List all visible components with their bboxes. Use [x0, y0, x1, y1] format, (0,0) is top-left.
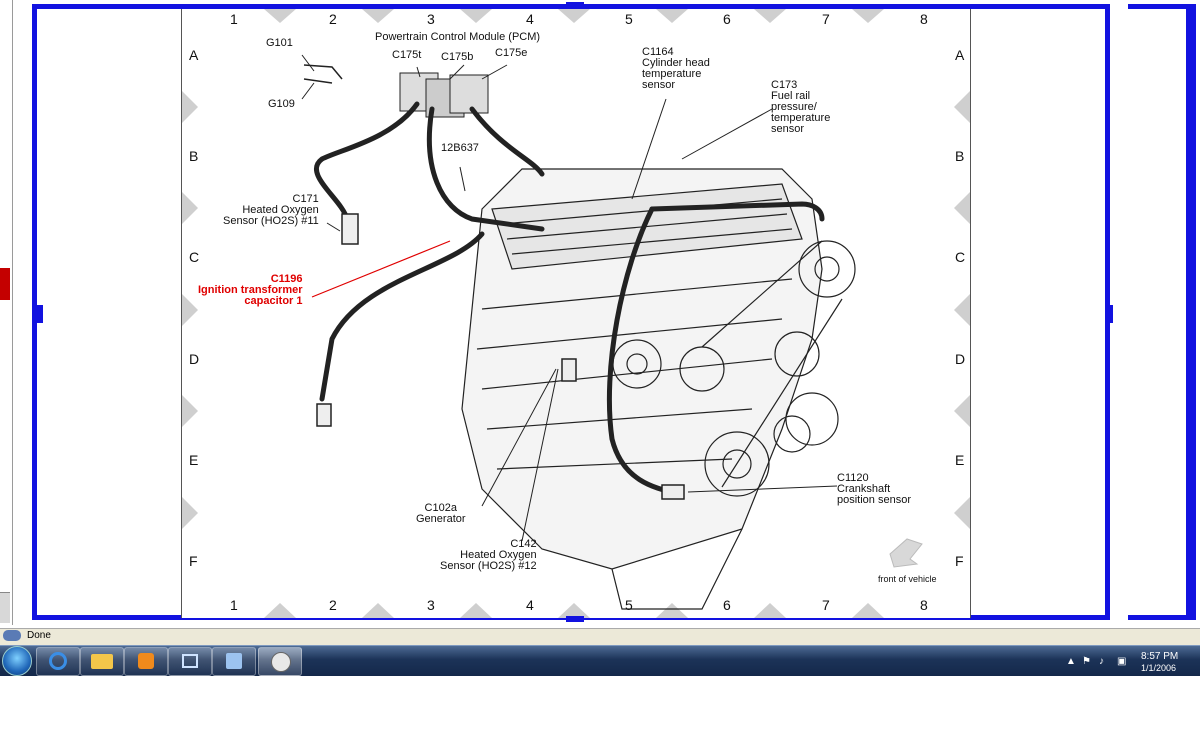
grid-column-label: 4: [526, 11, 534, 27]
grid-row-label: F: [189, 553, 198, 569]
c1120-label[interactable]: C1120 Crankshaft position sensor: [837, 473, 911, 506]
grid-column-label: 2: [329, 11, 337, 27]
engine-diagram-svg: [182, 9, 970, 618]
grid-column-label-bottom: 8: [920, 597, 928, 613]
g101-label[interactable]: G101: [266, 38, 293, 49]
grid-column-label-bottom: 1: [230, 597, 238, 613]
pcm-label[interactable]: Powertrain Control Module (PCM): [375, 32, 540, 43]
diagram-viewer-icon[interactable]: [258, 647, 302, 676]
left-panel-alert-marker[interactable]: [0, 268, 10, 300]
grid-row-label-right: F: [955, 553, 964, 569]
c175e-label[interactable]: C175e: [495, 48, 527, 59]
grid-column-label: 1: [230, 11, 238, 27]
status-bar: [0, 628, 1200, 645]
clock-time[interactable]: 8:57 PM: [1141, 651, 1178, 662]
grid-column-label: 8: [920, 11, 928, 27]
g109-label[interactable]: G109: [268, 99, 295, 110]
grid-column-label-bottom: 3: [427, 597, 435, 613]
media-player-icon[interactable]: [124, 647, 168, 676]
front-of-vehicle-arrow-icon: [889, 538, 923, 568]
harness-12b637-label[interactable]: 12B637: [441, 143, 479, 154]
grid-column-label: 7: [822, 11, 830, 27]
c171-label[interactable]: C171 Heated Oxygen Sensor (HO2S) #11: [223, 194, 319, 227]
status-text: Done: [27, 630, 51, 641]
grid-row-label-right: A: [955, 47, 965, 63]
bottom-resize-grip[interactable]: [566, 616, 584, 622]
grid-row-label-right: E: [955, 452, 965, 468]
clock-date[interactable]: 1/1/2006: [1141, 663, 1176, 673]
calculator-icon[interactable]: [212, 647, 256, 676]
show-hidden-icons-icon[interactable]: ▲: [1066, 656, 1076, 667]
grid-row-label-right: C: [955, 249, 966, 265]
network-tray-icon[interactable]: ▣: [1117, 656, 1126, 667]
grid-column-label-bottom: 7: [822, 597, 830, 613]
grid-column-label: 6: [723, 11, 731, 27]
globe-icon: [3, 630, 21, 641]
front-of-vehicle-label: front of vehicle: [878, 574, 937, 584]
grid-column-label-bottom: 4: [526, 597, 534, 613]
start-orb-icon[interactable]: [2, 646, 32, 676]
wiring-diagram-page: 1 2 3 4 5 6 7 8 1 2 3 4 5 6 7 8 A B C D …: [181, 9, 971, 618]
c102a-label[interactable]: C102a Generator: [416, 503, 466, 525]
c175b-label[interactable]: C175b: [441, 52, 473, 63]
grid-row-label: A: [189, 47, 199, 63]
grid-column-label-bottom: 2: [329, 597, 337, 613]
c1164-label[interactable]: C1164 Cylinder head temperature sensor: [642, 47, 710, 91]
grid-row-label: B: [189, 148, 199, 164]
grid-column-label: 5: [625, 11, 633, 27]
grid-column-label-bottom: 6: [723, 597, 731, 613]
left-resize-grip[interactable]: [37, 305, 43, 323]
grid-row-label: D: [189, 351, 200, 367]
c1196-label[interactable]: C1196 Ignition transformer capacitor 1: [198, 274, 303, 307]
internet-explorer-icon[interactable]: [36, 647, 80, 676]
volume-icon[interactable]: ♪: [1099, 656, 1104, 667]
left-panel-scroll-handle[interactable]: [0, 592, 10, 623]
right-resize-grip[interactable]: [1107, 305, 1113, 323]
c142-label[interactable]: C142 Heated Oxygen Sensor (HO2S) #12: [440, 539, 537, 572]
grid-row-label-right: D: [955, 351, 966, 367]
right-frame-edge: [1186, 4, 1196, 620]
c175t-label[interactable]: C175t: [392, 50, 421, 61]
grid-row-label: C: [189, 249, 200, 265]
file-explorer-icon[interactable]: [80, 647, 124, 676]
grid-row-label: E: [189, 452, 199, 468]
grid-row-label-right: B: [955, 148, 965, 164]
grid-column-label-bottom: 5: [625, 597, 633, 613]
left-panel-strip: [0, 0, 13, 625]
action-center-flag-icon[interactable]: ⚑: [1082, 656, 1091, 667]
grid-column-label: 3: [427, 11, 435, 27]
c173-label[interactable]: C173 Fuel rail pressure/ temperature sen…: [771, 80, 830, 135]
top-resize-grip[interactable]: [566, 2, 584, 8]
network-icon[interactable]: [168, 647, 212, 676]
